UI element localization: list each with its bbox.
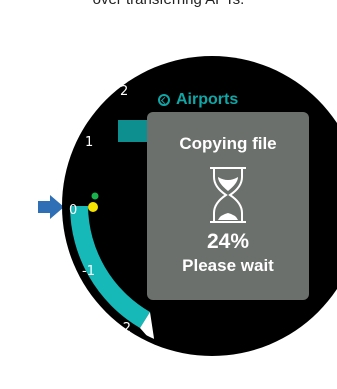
indicator-yellow-dot	[88, 202, 98, 212]
back-arrow-circle-icon[interactable]	[158, 94, 170, 106]
copying-dialog: Copying file 24% Please wait	[147, 112, 309, 300]
indicator-green-dot	[91, 192, 99, 200]
wait-message: Please wait	[182, 256, 274, 275]
watch-screenshot: over transferring APTs.	[0, 0, 337, 389]
tick-label-minus-4: -4	[231, 372, 244, 387]
tick-label-minus-1: -1	[82, 264, 95, 279]
dialog-title: Copying file	[179, 134, 277, 153]
tick-label-minus-2: -2	[118, 321, 131, 336]
tick-label-0: 0	[69, 203, 77, 218]
tick-label-minus-5: -5	[298, 364, 311, 379]
tick-label-minus-3: -3	[171, 359, 184, 374]
tick-label-3: 3	[173, 47, 181, 62]
tick-label-5: 5	[303, 41, 311, 56]
tick-label-4: 4	[236, 29, 244, 44]
tick-label-1: 1	[85, 135, 93, 150]
screen-title-label: Airports	[176, 91, 239, 108]
screen-title: Airports	[158, 91, 238, 109]
progress-percent: 24%	[206, 230, 250, 253]
tick-label-2: 2	[120, 84, 128, 99]
hourglass-icon	[210, 167, 246, 223]
